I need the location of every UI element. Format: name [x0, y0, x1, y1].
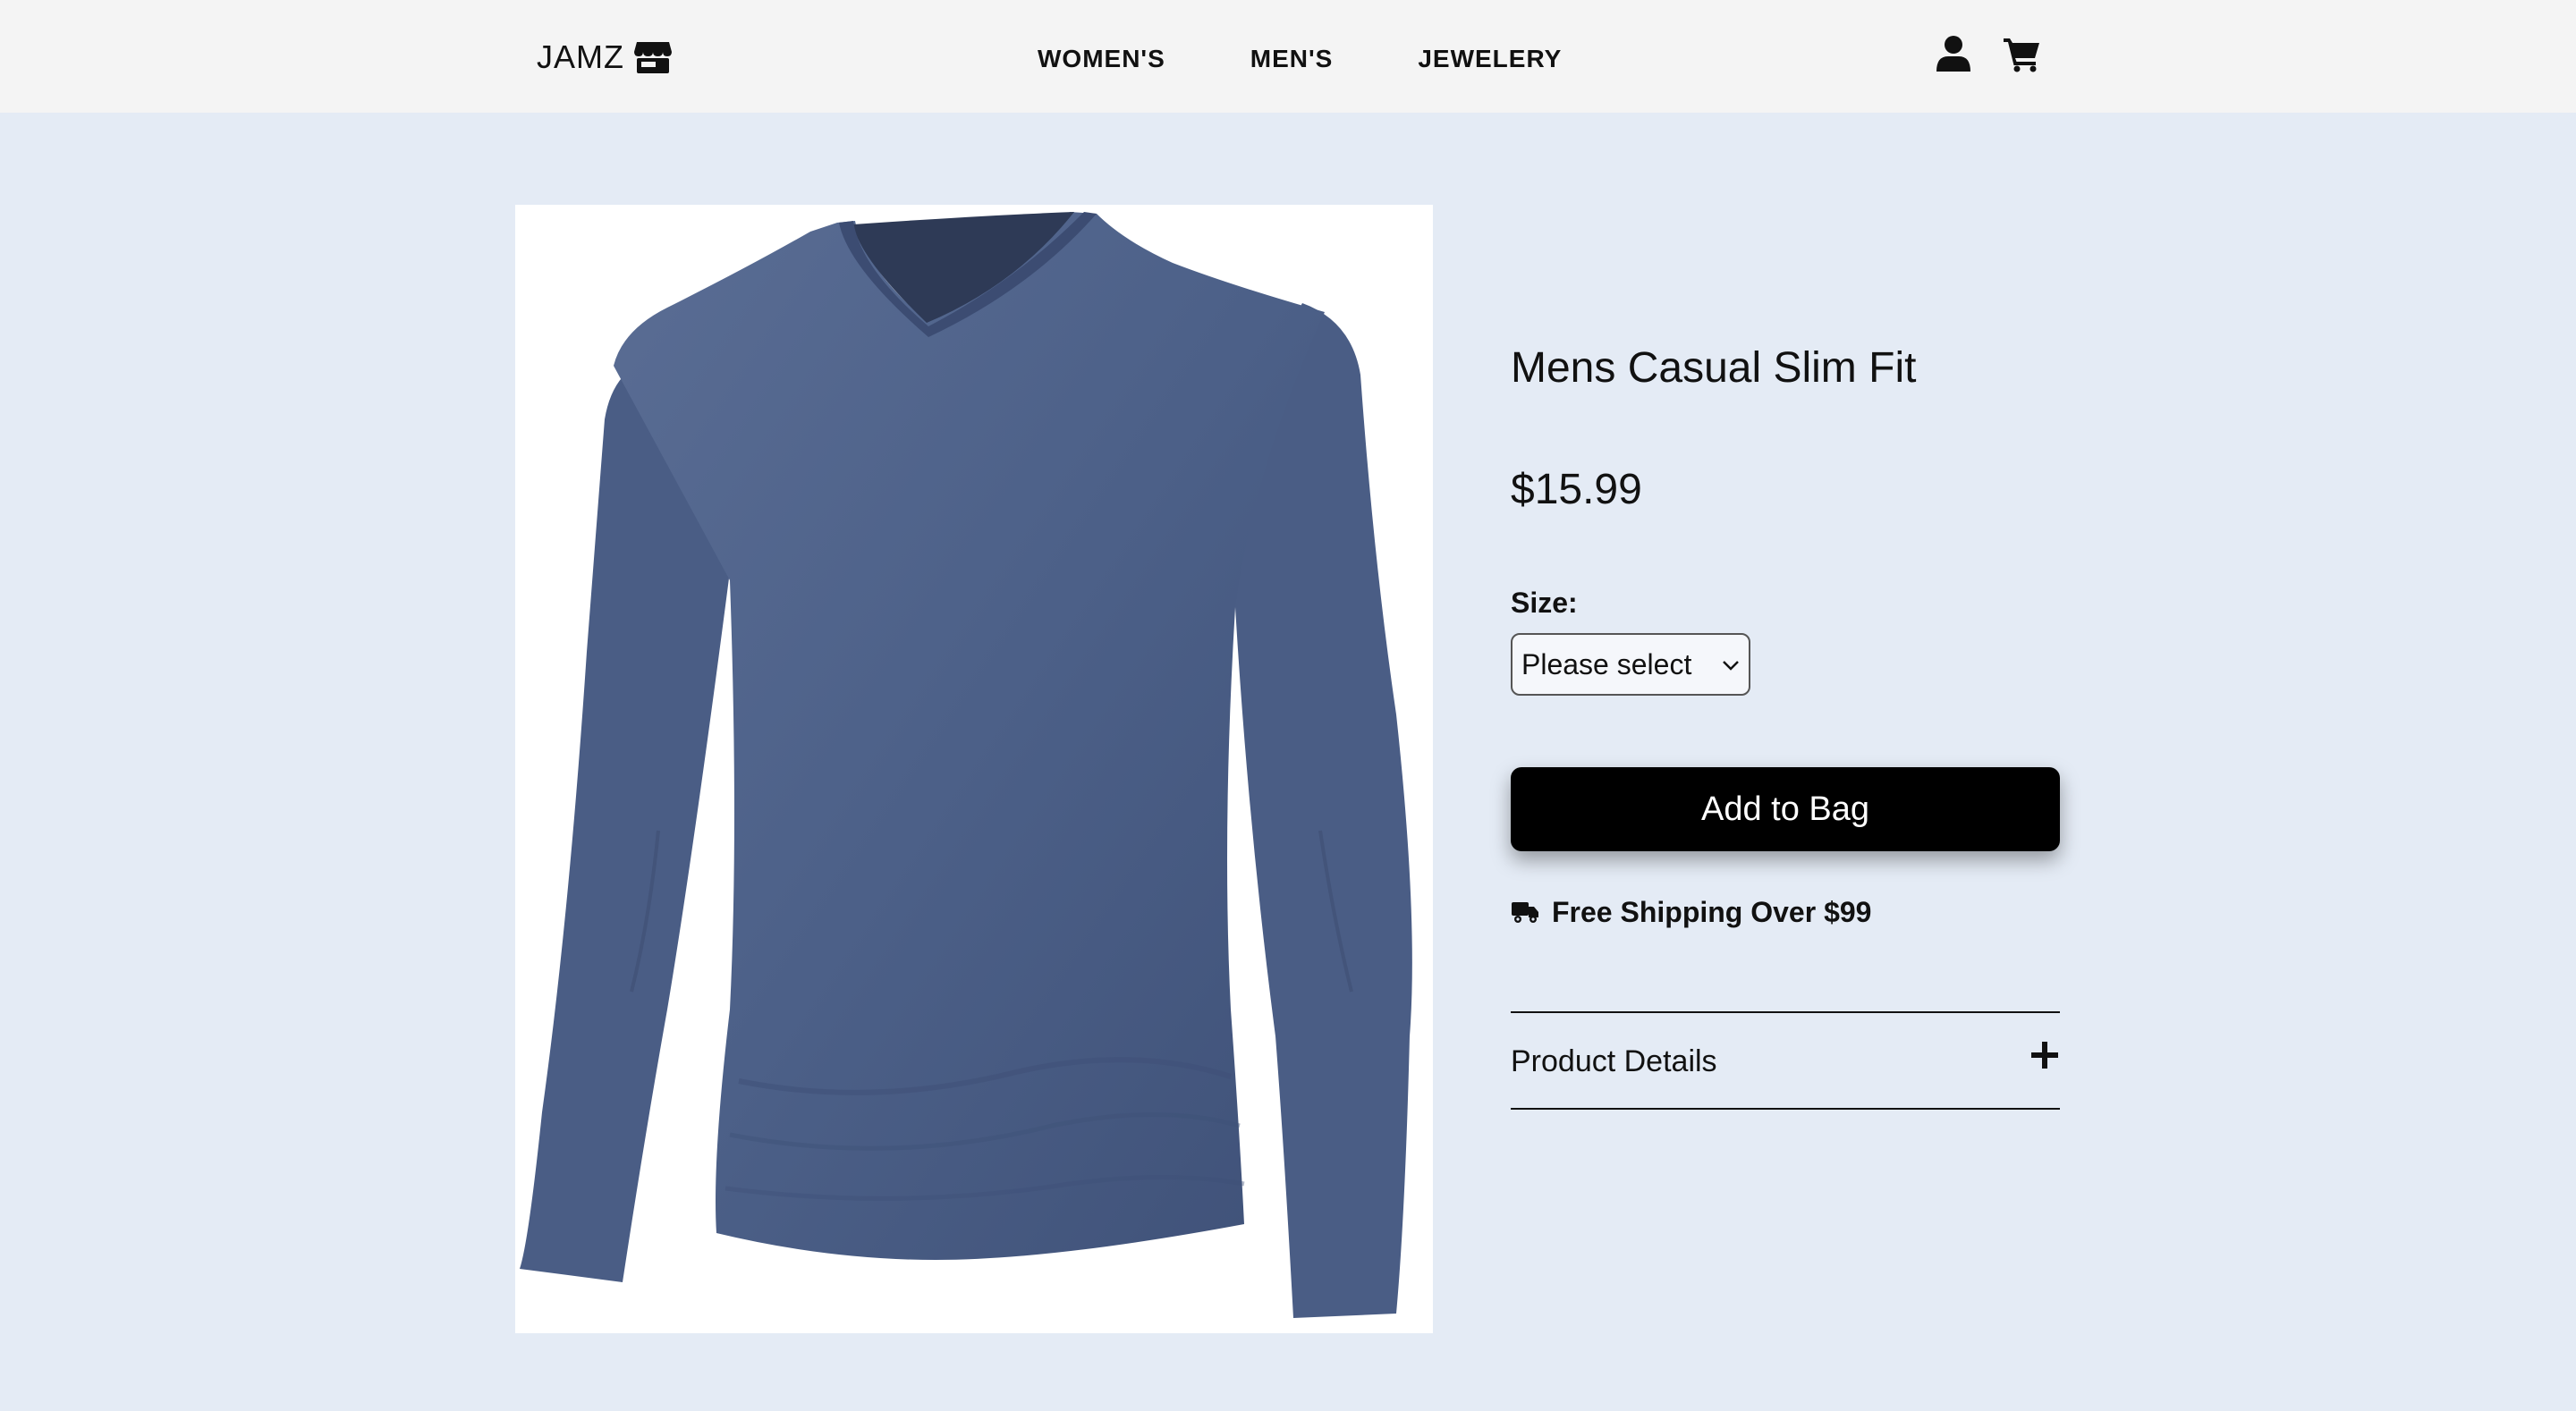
shipping-text: Free Shipping Over $99	[1552, 896, 1872, 928]
shipping-note: Free Shipping Over $99	[1511, 891, 1871, 934]
product-title: Mens Casual Slim Fit	[1511, 344, 1917, 392]
size-select-value: Please select	[1521, 648, 1692, 680]
product-price: $15.99	[1511, 466, 1642, 513]
add-to-bag-button[interactable]: Add to Bag	[1511, 767, 2060, 851]
product-image	[515, 205, 1433, 1333]
site-header: JAMZ WOMEN'S MEN'S JEWELERY	[0, 0, 2576, 113]
plus-icon[interactable]	[2029, 1040, 2060, 1070]
size-select[interactable]: Please select	[1511, 633, 1750, 696]
tshirt-image	[520, 212, 1412, 1318]
store-icon	[634, 42, 672, 73]
chevron-down-icon	[1723, 661, 1739, 671]
nav-mens[interactable]: MEN'S	[1250, 39, 1334, 79]
nav-womens[interactable]: WOMEN'S	[1038, 39, 1165, 79]
nav-jewelery[interactable]: JEWELERY	[1418, 39, 1562, 79]
truck-icon	[1512, 902, 1538, 923]
cart-icon[interactable]	[2002, 34, 2041, 73]
user-icon[interactable]	[1934, 34, 1973, 73]
product-details-accordion[interactable]: Product Details	[1511, 1011, 2060, 1110]
add-to-bag-label: Add to Bag	[1700, 790, 1870, 828]
size-label: Size:	[1511, 587, 1578, 619]
main-nav: WOMEN'S MEN'S JEWELERY	[1038, 39, 1562, 79]
site-logo[interactable]: JAMZ	[537, 38, 673, 77]
product-details-label: Product Details	[1511, 1044, 1717, 1078]
logo-text: JAMZ	[537, 38, 624, 75]
